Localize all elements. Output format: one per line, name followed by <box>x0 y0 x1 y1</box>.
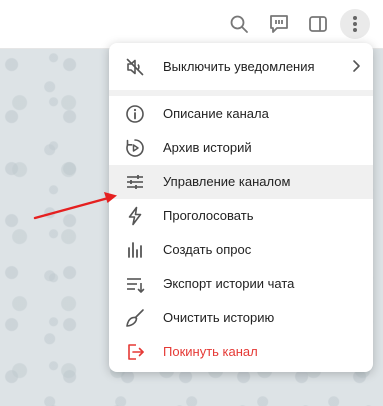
annotation-arrow-icon <box>33 192 117 220</box>
